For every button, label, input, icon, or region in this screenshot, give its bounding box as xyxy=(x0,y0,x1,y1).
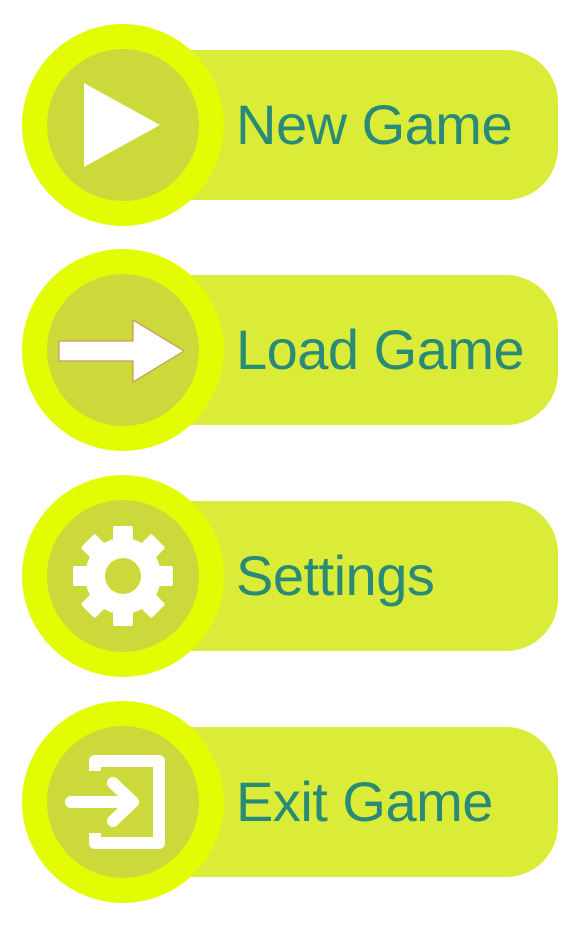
gear-icon xyxy=(73,526,173,626)
exit-game-label: Exit Game xyxy=(236,770,493,833)
main-menu: New Game Load Game Settings Exit Game xyxy=(0,0,585,941)
arrow-right-icon xyxy=(58,318,186,384)
new-game-button[interactable]: New Game xyxy=(22,24,560,226)
settings-icon-circle xyxy=(47,500,199,652)
play-icon xyxy=(84,83,160,167)
settings-icon-ring xyxy=(22,475,224,677)
settings-button[interactable]: Settings xyxy=(22,475,560,677)
new-game-label: New Game xyxy=(236,93,513,156)
load-game-icon-circle xyxy=(47,274,199,426)
load-game-label: Load Game xyxy=(236,318,525,381)
load-game-button[interactable]: Load Game xyxy=(22,249,560,451)
load-game-icon-ring xyxy=(22,249,224,451)
exit-game-icon-circle xyxy=(47,726,199,878)
new-game-icon-ring xyxy=(22,24,224,226)
exit-icon xyxy=(65,755,165,849)
new-game-icon-circle xyxy=(47,49,199,201)
settings-label: Settings xyxy=(236,544,435,607)
exit-game-icon-ring xyxy=(22,701,224,903)
exit-game-button[interactable]: Exit Game xyxy=(22,701,560,903)
